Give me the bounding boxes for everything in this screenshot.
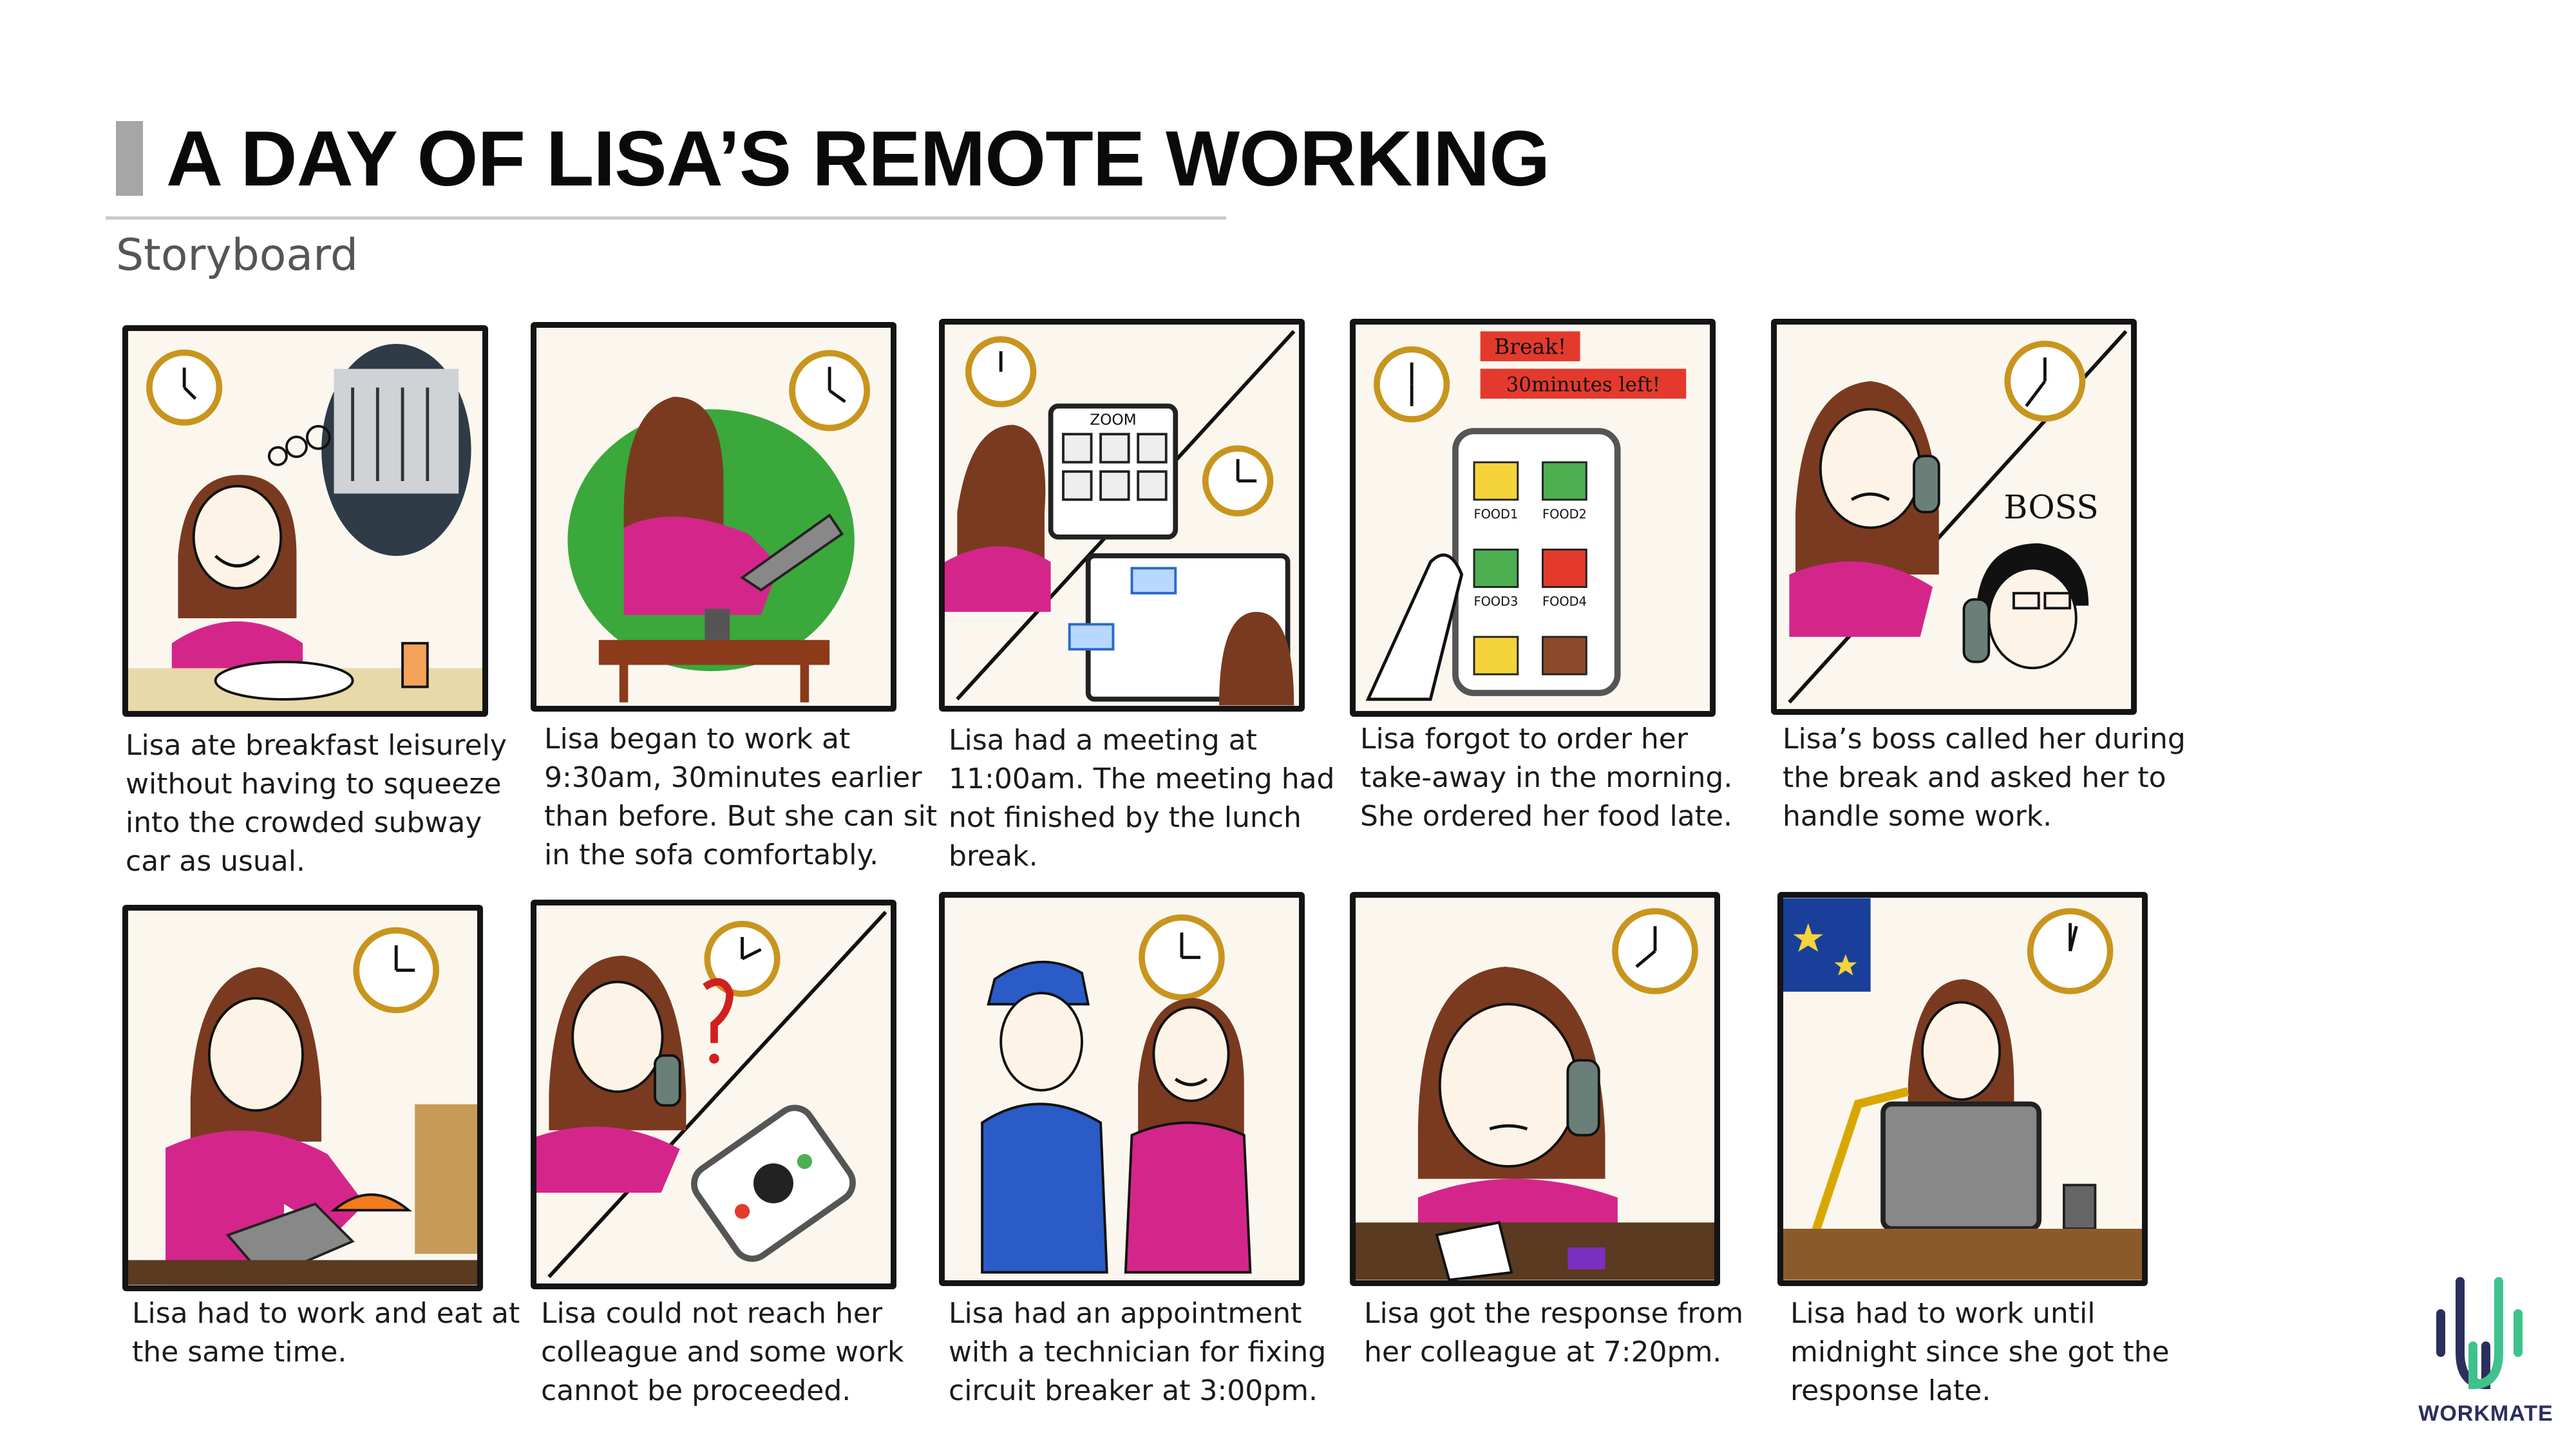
food-1-label: FOOD1 — [1473, 507, 1518, 522]
food-2-label: FOOD2 — [1542, 507, 1587, 522]
technician-illustration — [981, 914, 1252, 1274]
storyboard-panel-6 — [122, 905, 483, 1291]
panel-6-caption: Lisa had to work and eat at the same tim… — [132, 1297, 520, 1368]
panel-5-caption: Lisa’s boss called her during the break … — [1783, 723, 2186, 833]
response-call-illustration — [1356, 908, 1714, 1280]
panel-4-caption: Lisa forgot to order her take-away in th… — [1360, 723, 1733, 833]
breakfast-illustration — [128, 344, 482, 711]
storyboard-panel-4: Break! 30minutes left! FOOD1 FOOD2 FOOD3… — [1350, 319, 1716, 717]
hands-icon — [2436, 1277, 2523, 1390]
storyboard-panel-9 — [1350, 892, 1720, 1286]
panel-3-caption: Lisa had a meeting at 11:00am. The meeti… — [949, 724, 1335, 873]
storyboard-panel-1 — [122, 325, 488, 717]
zoom-meeting-illustration: ZOOM — [945, 330, 1296, 706]
time-left-banner: 30minutes left! — [1506, 373, 1661, 396]
panel-8-caption: Lisa had an appointment with a technicia… — [949, 1297, 1327, 1407]
boss-label: BOSS — [2003, 488, 2098, 526]
page-title: A DAY OF LISA’S REMOTE WORKING — [166, 115, 1550, 202]
work-and-eat-illustration — [128, 927, 477, 1285]
logo-text: WORKMATE — [2418, 1401, 2553, 1426]
food-4-label: FOOD4 — [1542, 594, 1587, 609]
unreachable-call-illustration — [536, 911, 887, 1278]
zoom-label: ZOOM — [1090, 412, 1137, 429]
title-accent-bar — [116, 121, 143, 196]
storyboard-panel-10 — [1777, 892, 2148, 1286]
panel-10-caption: Lisa had to work until midnight since sh… — [1790, 1297, 2170, 1407]
title-divider — [106, 216, 1226, 220]
page-subtitle: Storyboard — [116, 230, 358, 281]
break-banner: Break! — [1494, 334, 1566, 359]
panel-7-caption: Lisa could not reach her colleague and s… — [541, 1297, 904, 1407]
food-3-label: FOOD3 — [1473, 594, 1518, 609]
midnight-work-illustration — [1783, 898, 2142, 1280]
storyboard-panel-8 — [939, 892, 1305, 1286]
food-order-illustration: Break! 30minutes left! FOOD1 FOOD2 FOOD3… — [1365, 331, 1687, 701]
boss-call-illustration: BOSS — [1788, 330, 2128, 704]
panel-1-caption: Lisa ate breakfast leisurely without hav… — [126, 729, 507, 878]
storyboard-panel-5: BOSS — [1771, 319, 2137, 715]
panel-2-caption: Lisa began to work at 9:30am, 30minutes … — [544, 723, 938, 871]
storyboard-panel-7 — [531, 900, 896, 1289]
sofa-illustration — [567, 350, 871, 703]
storyboard-panel-2 — [531, 322, 896, 712]
workmate-logo: WORKMATE — [2409, 1275, 2563, 1430]
panel-9-caption: Lisa got the response from her colleague… — [1364, 1297, 1744, 1368]
storyboard-panel-3: ZOOM — [939, 319, 1305, 712]
